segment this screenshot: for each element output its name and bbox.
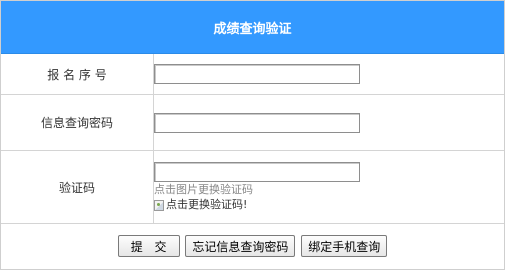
captcha-hint-text: 点击图片更换验证码 <box>154 183 253 196</box>
submit-button[interactable]: 提 交 <box>117 235 180 257</box>
captcha-input[interactable] <box>154 162 360 182</box>
verification-form: 报 名 序 号 信息查询密码 验证码 点击图片更换验证码 点击更换验证码! 提 … <box>1 54 504 268</box>
form-row-captcha: 验证码 点击图片更换验证码 点击更换验证码! <box>1 150 504 224</box>
registration-number-cell <box>154 54 505 95</box>
captcha-label: 验证码 <box>1 150 154 224</box>
query-password-input[interactable] <box>154 112 360 133</box>
form-row-registration: 报 名 序 号 <box>1 54 504 95</box>
registration-number-input[interactable] <box>154 64 360 84</box>
query-password-label: 信息查询密码 <box>1 94 154 151</box>
form-row-actions: 提 交 忘记信息查询密码 绑定手机查询 <box>1 223 504 268</box>
broken-image-icon <box>154 199 164 211</box>
query-password-cell <box>153 94 504 151</box>
captcha-cell: 点击图片更换验证码 点击更换验证码! <box>153 150 504 224</box>
query-verification-panel: 成绩查询验证 报 名 序 号 信息查询密码 验证码 点击图片更换验证码 点击更换… <box>0 0 505 270</box>
action-buttons: 提 交 忘记信息查询密码 绑定手机查询 <box>1 223 504 268</box>
forgot-password-button[interactable]: 忘记信息查询密码 <box>185 235 296 257</box>
bind-phone-query-button[interactable]: 绑定手机查询 <box>301 235 388 257</box>
registration-number-label: 报 名 序 号 <box>1 54 154 95</box>
captcha-image[interactable]: 点击更换验证码! <box>154 198 504 212</box>
captcha-image-alt-text: 点击更换验证码! <box>166 198 248 211</box>
form-row-password: 信息查询密码 <box>1 94 504 151</box>
panel-title: 成绩查询验证 <box>1 1 504 54</box>
